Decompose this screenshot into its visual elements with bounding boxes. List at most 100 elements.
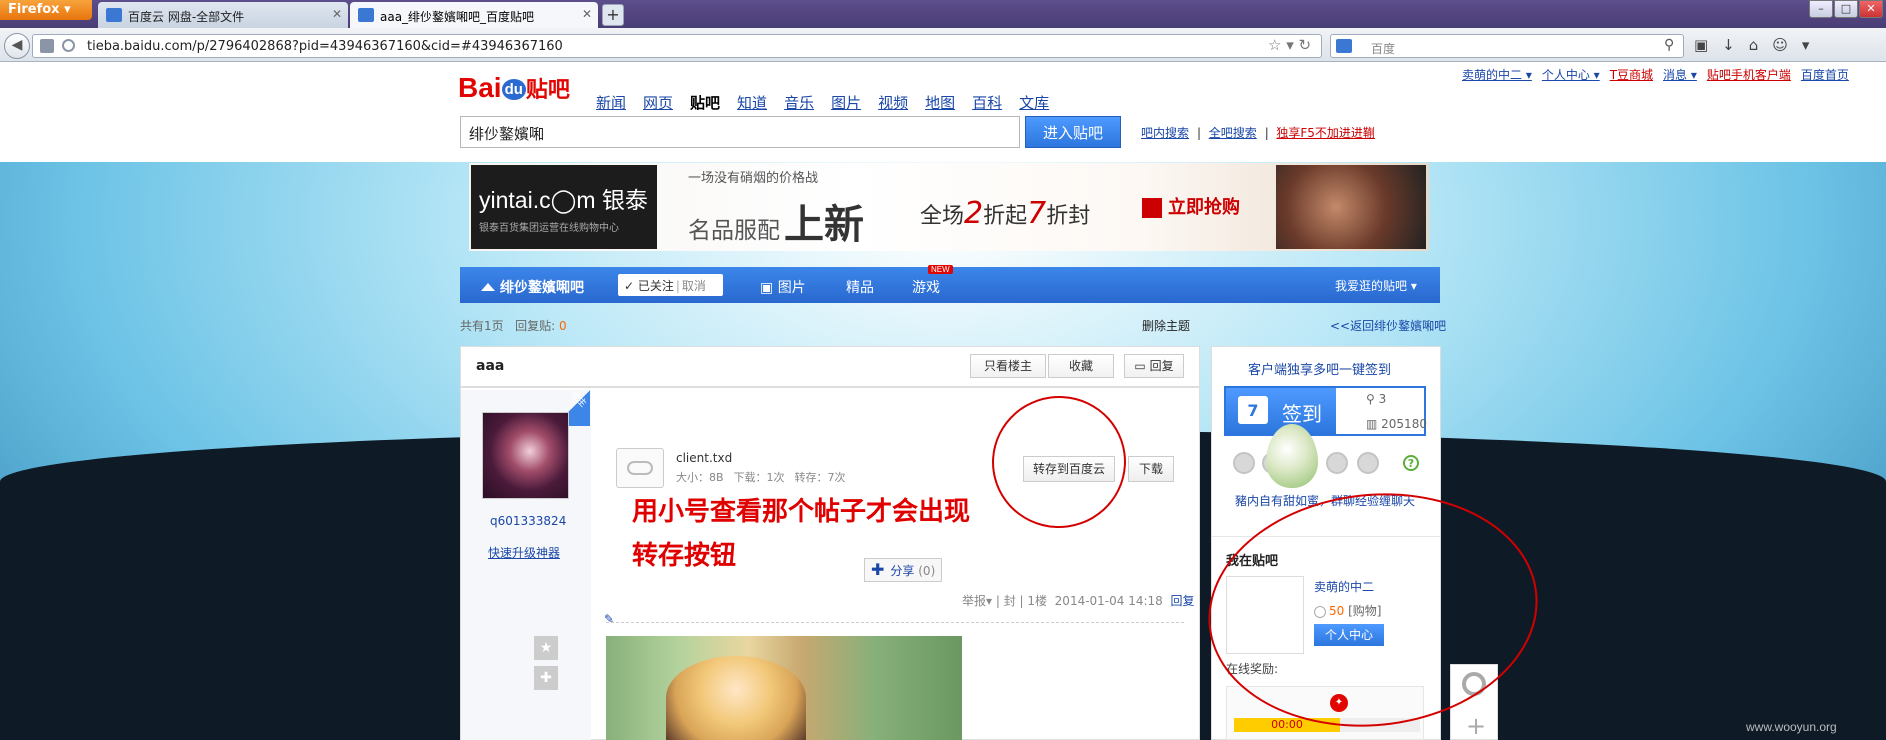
post-datetime: 2014-01-04 14:18 [1054, 594, 1163, 608]
block-link[interactable]: 封 [1004, 594, 1016, 608]
nav-baike[interactable]: 百科 [972, 94, 1002, 112]
add-icon[interactable]: + [1466, 714, 1486, 738]
help-icon[interactable]: ? [1403, 455, 1419, 471]
watermark: www.wooyun.org [1746, 720, 1837, 734]
nav-music[interactable]: 音乐 [784, 94, 814, 112]
file-saves: 转存：7次 [794, 471, 846, 484]
share-count: (0) [918, 564, 936, 578]
tab-baidu-cloud[interactable]: 百度云 网盘-全部文件 ✕ [98, 2, 348, 28]
tab-tieba-post[interactable]: aaa_绯仯鐜嬪啝吧_百度贴吧 ✕ [350, 2, 598, 28]
discount-num2: 7 [1027, 196, 1047, 231]
back-button[interactable]: ◀ [4, 33, 30, 59]
post-stats: 共有1页 回复贴: 0 [460, 317, 567, 334]
baidu-tieba-logo[interactable]: Bai du 贴吧 [458, 72, 570, 104]
badge-icon[interactable] [1357, 452, 1379, 474]
report-link[interactable]: 举报▾ [962, 594, 992, 608]
nav-images[interactable]: 图片 [831, 94, 861, 112]
tdou-mall-link[interactable]: T豆商城 [1610, 68, 1653, 82]
search-icon[interactable]: ⚲ [1664, 37, 1674, 53]
tieba-favicon-icon [358, 8, 374, 22]
plus-icon[interactable]: ✚ [534, 666, 558, 690]
logo-tieba: 贴吧 [525, 77, 570, 102]
cloud-favicon-icon [106, 8, 122, 22]
favorite-bars-menu[interactable]: 我爱逛的贴吧 ▾ [1335, 277, 1417, 294]
search-engine-icon[interactable] [1336, 39, 1352, 53]
username-menu[interactable]: 卖萌的中二 ▾ [1462, 68, 1532, 82]
reply-button[interactable]: ▭ 回复 [1124, 354, 1184, 378]
firefox-menu-button[interactable]: Firefox ▾ [0, 0, 92, 20]
search-bar[interactable]: 百度 [1330, 34, 1684, 58]
tab-featured[interactable]: 精品 [846, 277, 874, 297]
upgrade-link[interactable]: 快速升级神器 [488, 544, 560, 561]
only-owner-button[interactable]: 只看楼主 [970, 354, 1046, 378]
forum-name[interactable]: 绯仯鐜嬪啝吧 [500, 277, 584, 297]
pages-label: 共有 [460, 319, 485, 333]
pen-icon: ✎ [604, 612, 615, 626]
user-center-menu[interactable]: 个人中心 ▾ [1542, 68, 1600, 82]
forum-search-input[interactable]: 绯仯鐜嬪啝 [460, 116, 1020, 148]
minimize-icon[interactable]: – [1809, 0, 1833, 18]
follow-status-button[interactable]: ✓ 已关注 | 取消 [618, 274, 723, 296]
discount-c: 折封 [1046, 204, 1091, 229]
share-button[interactable]: ✚ 分享 (0) [864, 558, 942, 582]
all-forum-search-link[interactable]: 全吧搜索 [1209, 126, 1257, 140]
delete-topic-link[interactable]: 删除主题 [1142, 317, 1190, 334]
banner-buy-button[interactable]: 立即抢购 [1142, 193, 1240, 219]
search-links: 吧内搜索 | 全吧搜索 | 独享F5不加进进鞩 [1141, 126, 1375, 140]
nav-tieba[interactable]: 贴吧 [690, 94, 720, 112]
reply-link[interactable]: 回复 [1170, 594, 1194, 608]
file-name[interactable]: client.txd [676, 451, 732, 465]
author-avatar[interactable] [482, 412, 569, 499]
sidebar-title[interactable]: 客户端独享多吧一键签到 [1248, 359, 1391, 378]
post-image[interactable] [606, 636, 962, 740]
nav-video[interactable]: 视频 [878, 94, 908, 112]
share-plus-icon: ✚ [871, 560, 885, 579]
nav-map[interactable]: 地图 [925, 94, 955, 112]
separator: | [675, 279, 680, 293]
collect-button[interactable]: 收藏 [1048, 354, 1114, 378]
sign-count: ⚲ 3 [1366, 392, 1387, 406]
home-icon[interactable] [481, 279, 495, 291]
pages-unit: 页 [491, 319, 504, 333]
globe-icon [62, 39, 75, 52]
nav-web[interactable]: 网页 [643, 94, 673, 112]
banner-model-image [1276, 165, 1426, 249]
in-forum-search-link[interactable]: 吧内搜索 [1141, 126, 1189, 140]
file-info: 大小：8B 下载：1次 转存：7次 [676, 469, 856, 485]
mobile-client-link[interactable]: 贴吧手机客户端 [1707, 68, 1791, 82]
pages-count: 1 [484, 319, 492, 333]
messages-menu[interactable]: 消息 ▾ [1663, 68, 1697, 82]
author-username[interactable]: q601333824 [490, 514, 566, 528]
toolbar-icons[interactable]: ▣↓⌂☺▾ [1694, 36, 1823, 54]
star-icon[interactable]: ★ [534, 636, 558, 660]
tab-pictures-label: 图片 [777, 280, 806, 296]
close-tab-icon[interactable]: ✕ [332, 7, 342, 21]
bookmark-star-icon[interactable]: ☆ ▾ ↻ [1268, 36, 1311, 54]
nav-zhidao[interactable]: 知道 [737, 94, 767, 112]
unfollow-link[interactable]: 取消 [682, 279, 706, 293]
badge-icon[interactable] [1326, 452, 1348, 474]
download-button[interactable]: 下载 [1128, 456, 1174, 482]
file-cloud-icon [616, 448, 664, 488]
baidu-home-link[interactable]: 百度首页 [1801, 68, 1849, 82]
calendar-icon: 7 [1238, 396, 1268, 424]
url-bar[interactable]: tieba.baidu.com/p/2796402868?pid=4394636… [32, 34, 1322, 58]
tab-title: 百度云 网盘-全部文件 [128, 10, 245, 24]
badge-icon[interactable] [1233, 452, 1255, 474]
followed-label: ✓ 已关注 [624, 279, 674, 293]
new-badge: NEW [928, 265, 953, 274]
close-window-icon[interactable]: ✕ [1859, 0, 1883, 18]
maximize-icon[interactable]: □ [1834, 0, 1858, 18]
nav-wenku[interactable]: 文库 [1019, 94, 1049, 112]
banner-brand: yintai.c◯m 银泰 银泰百货集团运营在线购物中心 [471, 165, 657, 249]
new-tab-button[interactable]: + [602, 4, 624, 26]
nav-news[interactable]: 新闻 [596, 94, 626, 112]
tab-games[interactable]: 游戏 [912, 277, 940, 297]
back-to-forum-link[interactable]: <<返回绯仯鐜嬪啝吧 [1330, 317, 1446, 334]
tab-pictures[interactable]: ▣ 图片 [760, 277, 806, 297]
enter-forum-button[interactable]: 进入贴吧 [1025, 116, 1121, 148]
close-tab-icon[interactable]: ✕ [582, 7, 592, 21]
post-title: aaa [476, 358, 505, 374]
promo-link[interactable]: 独享F5不加进进鞩 [1276, 126, 1375, 140]
sign-total: ▥ 205180 [1366, 417, 1427, 431]
